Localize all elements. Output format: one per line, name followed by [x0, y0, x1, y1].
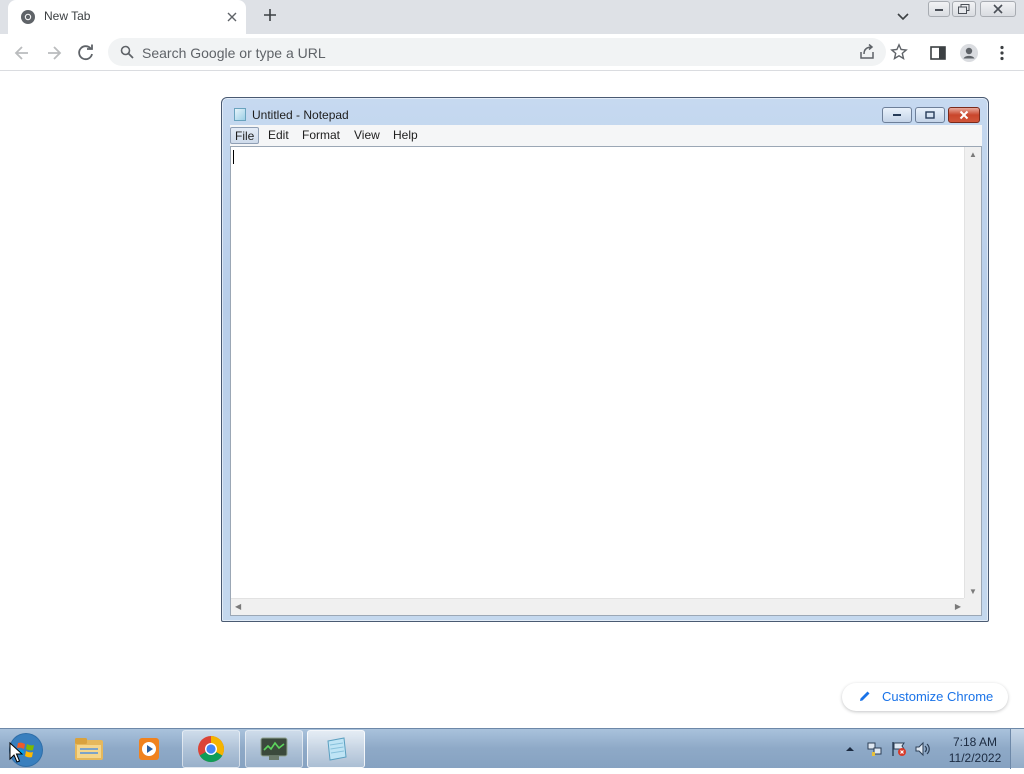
minimize-icon[interactable]: [882, 107, 912, 123]
folder-icon: [75, 738, 103, 760]
show-hidden-icons-arrow-icon[interactable]: [845, 741, 855, 759]
scroll-down-icon[interactable]: ▼: [969, 587, 977, 596]
monitor-chart-icon: [260, 737, 288, 760]
omnibox[interactable]: Search Google or type a URL: [108, 38, 908, 66]
system-clock[interactable]: 7:18 AM 11/2/2022: [940, 734, 1010, 766]
volume-icon[interactable]: [914, 740, 932, 763]
omnibox-placeholder: Search Google or type a URL: [142, 45, 326, 61]
notepad-icon: [327, 737, 347, 761]
show-desktop-button[interactable]: [1010, 729, 1024, 769]
star-icon[interactable]: [890, 43, 908, 66]
scroll-left-icon[interactable]: ◀: [235, 602, 241, 611]
minimize-icon[interactable]: [928, 1, 950, 17]
horizontal-scrollbar[interactable]: ◀ ▶: [231, 598, 965, 615]
arrow-left-icon[interactable]: [12, 43, 32, 63]
notepad-menubar: File Edit Format View Help: [230, 125, 982, 146]
taskbar-task-monitor[interactable]: [245, 730, 303, 768]
media-play-icon: [139, 738, 159, 760]
pencil-icon: [858, 689, 872, 708]
text-caret: [233, 150, 234, 164]
notepad-icon: [234, 108, 246, 121]
chrome-logo-icon: [20, 9, 36, 25]
mouse-cursor-icon: [9, 741, 24, 769]
notepad-text-area[interactable]: ▲ ▼ ◀ ▶: [230, 146, 982, 616]
more-vert-icon[interactable]: [992, 43, 1012, 63]
network-icon[interactable]: [866, 740, 884, 763]
vertical-scrollbar[interactable]: ▲ ▼: [964, 147, 981, 599]
close-icon[interactable]: [948, 107, 980, 123]
clock-date: 11/2/2022: [948, 751, 1002, 765]
taskbar-file-explorer[interactable]: [60, 730, 118, 768]
person-icon[interactable]: [959, 43, 979, 63]
chrome-logo-icon: [198, 736, 225, 763]
browser-toolbar: Search Google or type a URL: [0, 34, 1024, 71]
maximize-icon[interactable]: [915, 107, 945, 123]
plus-icon[interactable]: [259, 6, 281, 28]
close-icon[interactable]: [224, 9, 240, 25]
clock-time: 7:18 AM: [952, 735, 998, 749]
action-center-flag-icon[interactable]: [890, 740, 908, 763]
customize-chrome-label: Customize Chrome: [882, 689, 994, 704]
scroll-right-icon[interactable]: ▶: [955, 602, 961, 611]
arrow-right-icon[interactable]: [44, 43, 64, 63]
scroll-up-icon[interactable]: ▲: [969, 150, 977, 159]
reload-icon[interactable]: [76, 43, 96, 63]
side-panel-icon[interactable]: [928, 43, 948, 63]
menu-view[interactable]: View: [350, 127, 384, 144]
tab-new-tab[interactable]: New Tab: [8, 0, 246, 34]
menu-format[interactable]: Format: [298, 127, 344, 144]
close-window-icon[interactable]: [980, 1, 1016, 17]
taskbar-notepad[interactable]: [307, 730, 365, 768]
browser-tab-strip: New Tab: [0, 0, 1024, 34]
windows-taskbar: 7:18 AM 11/2/2022: [0, 728, 1024, 769]
tab-title: New Tab: [44, 9, 91, 23]
taskbar-media-player[interactable]: [120, 730, 178, 768]
restore-icon[interactable]: [952, 1, 976, 17]
notepad-window[interactable]: Untitled - Notepad File Edit Format View…: [221, 97, 989, 622]
chevron-down-icon[interactable]: [896, 9, 914, 25]
menu-file[interactable]: File: [230, 127, 260, 144]
menu-help[interactable]: Help: [389, 127, 422, 144]
customize-chrome-button[interactable]: Customize Chrome: [842, 683, 1008, 711]
notepad-title: Untitled - Notepad: [252, 108, 349, 122]
share-icon[interactable]: [858, 43, 876, 66]
taskbar-chrome[interactable]: [182, 730, 240, 768]
search-icon: [120, 45, 134, 64]
resize-grip-icon[interactable]: [964, 598, 981, 615]
menu-edit[interactable]: Edit: [264, 127, 293, 144]
